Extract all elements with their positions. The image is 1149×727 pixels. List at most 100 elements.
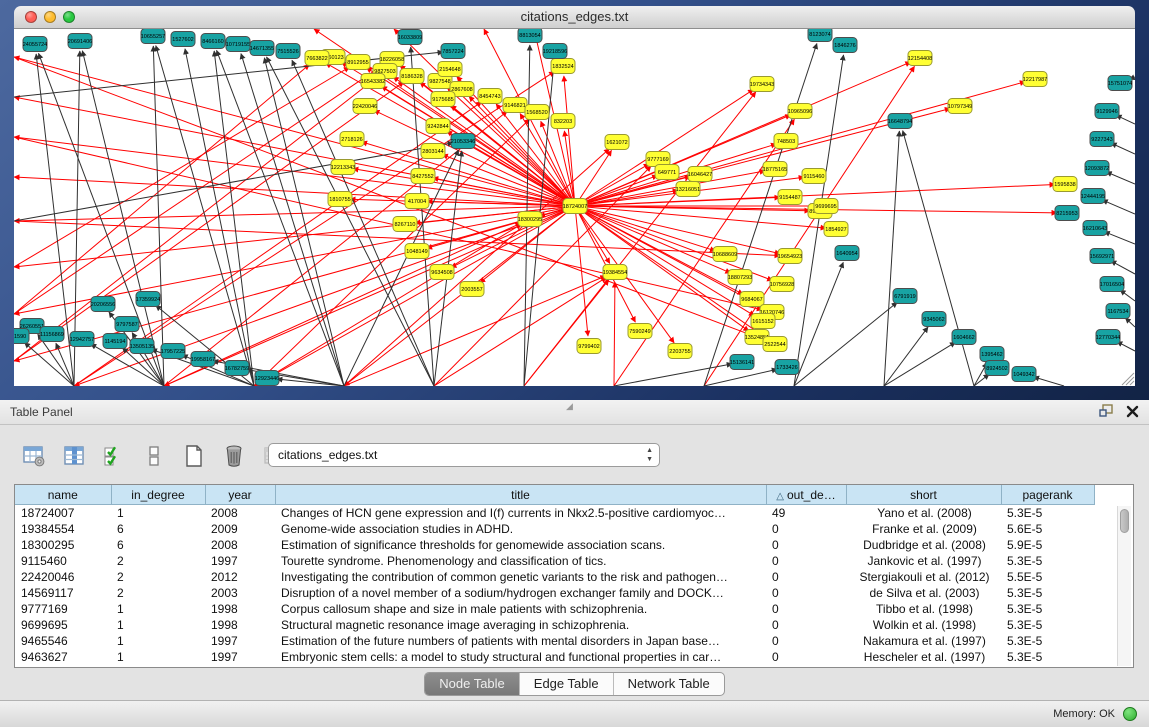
graph-node[interactable]: 9129946 [1095, 104, 1119, 119]
graph-node[interactable]: 16210643 [1083, 221, 1107, 236]
table-row[interactable]: 1872400712008Changes of HCN gene express… [15, 505, 1094, 522]
graph-node[interactable]: 10797349 [948, 99, 972, 114]
graph-node[interactable]: 1595838 [1053, 177, 1077, 192]
graph-node[interactable]: 9154487 [778, 190, 802, 205]
graph-node[interactable]: 1049342 [1012, 367, 1036, 382]
column-header-year[interactable]: year [205, 485, 275, 505]
graph-node[interactable]: 12217987 [1023, 72, 1047, 87]
graph-node[interactable]: 9797587 [115, 317, 139, 332]
graph-node[interactable]: 1527602 [171, 32, 195, 47]
graph-node[interactable]: 19734343 [750, 77, 774, 92]
graph-node[interactable]: 17016504 [1100, 277, 1124, 292]
graph-node[interactable]: 1810755 [328, 192, 352, 207]
graph-node[interactable]: 1048149 [405, 244, 429, 259]
graph-node[interactable]: 8912955 [346, 55, 370, 70]
graph-node[interactable]: 8924502 [985, 361, 1009, 376]
memory-status-indicator[interactable] [1123, 707, 1137, 721]
graph-node[interactable]: 8466160 [201, 34, 225, 49]
graph-node[interactable]: 9242844 [426, 119, 450, 134]
table-row[interactable]: 1456911722003Disruption of a novel membe… [15, 585, 1094, 601]
table-settings-icon[interactable] [20, 442, 48, 470]
column-header-pagerank[interactable]: pagerank [1001, 485, 1094, 505]
graph-node[interactable]: 7857224 [441, 44, 465, 59]
table-row[interactable]: 977716911998Corpus callosum shape and si… [15, 601, 1094, 617]
graph-node[interactable]: 12093872 [1085, 161, 1109, 176]
graph-node[interactable]: 1854927 [824, 222, 848, 237]
graph-node[interactable]: 2803144 [421, 144, 445, 159]
graph-node[interactable]: 14671355 [250, 41, 274, 56]
graph-node[interactable]: 417004 [405, 194, 429, 209]
float-panel-icon[interactable] [1099, 404, 1114, 423]
close-panel-icon[interactable] [1126, 405, 1139, 423]
graph-node[interactable]: 19958167 [191, 352, 215, 367]
graph-node[interactable]: 1846276 [833, 38, 857, 53]
graph-node[interactable]: 1640954 [835, 246, 859, 261]
graph-node[interactable]: 2154648 [438, 62, 462, 77]
graph-node[interactable]: 2203755 [668, 344, 692, 359]
table-row[interactable]: 946554611997Estimation of the future num… [15, 633, 1094, 649]
graph-node[interactable]: 8215953 [1055, 206, 1079, 221]
graph-node[interactable]: 17957225 [161, 344, 185, 359]
graph-node[interactable]: 391590 [14, 329, 29, 344]
tab-edge-table[interactable]: Edge Table [519, 673, 613, 695]
graph-node[interactable]: 18807293 [728, 270, 752, 285]
graph-node[interactable]: 8813054 [518, 29, 542, 43]
select-all-icon[interactable] [100, 442, 128, 470]
tab-node-table[interactable]: Node Table [425, 673, 519, 695]
graph-node[interactable]: 9345062 [922, 312, 946, 327]
graph-node[interactable]: 18300295 [518, 212, 542, 227]
graph-node[interactable]: 2718126 [340, 132, 364, 147]
graph-node[interactable]: 12770344 [1096, 330, 1120, 345]
table-select-dropdown[interactable]: citations_edges.txt ▲▼ [268, 443, 660, 467]
graph-node[interactable]: 9634508 [430, 265, 454, 280]
graph-node[interactable]: 1145194 [103, 334, 127, 349]
graph-node[interactable]: 13505135 [130, 339, 154, 354]
column-header-title[interactable]: title [275, 485, 766, 505]
graph-node[interactable]: 12942757 [70, 332, 94, 347]
graph-node[interactable]: 12923446 [255, 371, 279, 386]
canvas-resize-grip[interactable] [1122, 373, 1134, 385]
graph-node[interactable]: 6791919 [893, 289, 917, 304]
table-row[interactable]: 1938455462009Genome-wide association stu… [15, 521, 1094, 537]
graph-node[interactable]: 9175685 [431, 92, 455, 107]
panel-resize-grip[interactable]: ◢ [566, 401, 573, 412]
graph-node[interactable]: 15136141 [730, 355, 754, 370]
graph-node[interactable]: 1621072 [605, 135, 629, 150]
graph-node[interactable]: 19384554 [603, 265, 627, 280]
column-header-in_degree[interactable]: in_degree [111, 485, 205, 505]
network-view[interactable]: 1872400786601238912955182260589827503165… [14, 29, 1135, 386]
graph-node[interactable]: 1733426 [775, 360, 799, 375]
graph-node[interactable]: 7663822 [305, 51, 329, 66]
column-header-name[interactable]: name [15, 485, 111, 505]
graph-node[interactable]: 1832524 [551, 59, 575, 74]
graph-node[interactable]: 9227343 [1090, 132, 1114, 147]
table-scrollbar[interactable] [1117, 506, 1131, 666]
table-row[interactable]: 946362711997Embryonic stem cells: a mode… [15, 649, 1094, 665]
graph-node[interactable]: 18724007 [563, 199, 587, 214]
graph-node[interactable]: 13216051 [676, 182, 700, 197]
graph-node[interactable]: 15751074 [1108, 76, 1132, 91]
graph-node[interactable]: 10719155 [226, 37, 250, 52]
graph-node[interactable]: 1167534 [1106, 304, 1130, 319]
graph-node[interactable]: 16782759 [225, 361, 249, 376]
graph-node[interactable]: 16046427 [688, 167, 712, 182]
graph-node[interactable]: 9146821 [503, 98, 527, 113]
graph-node[interactable]: 8123074 [808, 29, 832, 42]
graph-node[interactable]: 19218596 [543, 44, 567, 59]
graph-node[interactable]: 9699695 [814, 199, 838, 214]
graph-node[interactable]: 2522544 [763, 337, 787, 352]
graph-node[interactable]: 7515526 [276, 44, 300, 59]
graph-node[interactable]: 19654923 [778, 249, 802, 264]
graph-node[interactable]: 10655257 [141, 29, 165, 44]
table-row[interactable]: 2242004622012Investigating the contribut… [15, 569, 1094, 585]
graph-node[interactable]: 12213343 [331, 160, 355, 175]
column-header-out_de[interactable]: △out_de… [766, 485, 846, 505]
table-row[interactable]: 1830029562008Estimation of significance … [15, 537, 1094, 553]
tab-network-table[interactable]: Network Table [613, 673, 724, 695]
graph-node[interactable]: 1615152 [751, 314, 775, 329]
table-row[interactable]: 969969511998Structural magnetic resonanc… [15, 617, 1094, 633]
graph-node[interactable]: 2003557 [460, 282, 484, 297]
graph-node[interactable]: 18775165 [763, 162, 787, 177]
graph-node[interactable]: 7590249 [628, 324, 652, 339]
graph-node[interactable]: 12154408 [908, 51, 932, 66]
